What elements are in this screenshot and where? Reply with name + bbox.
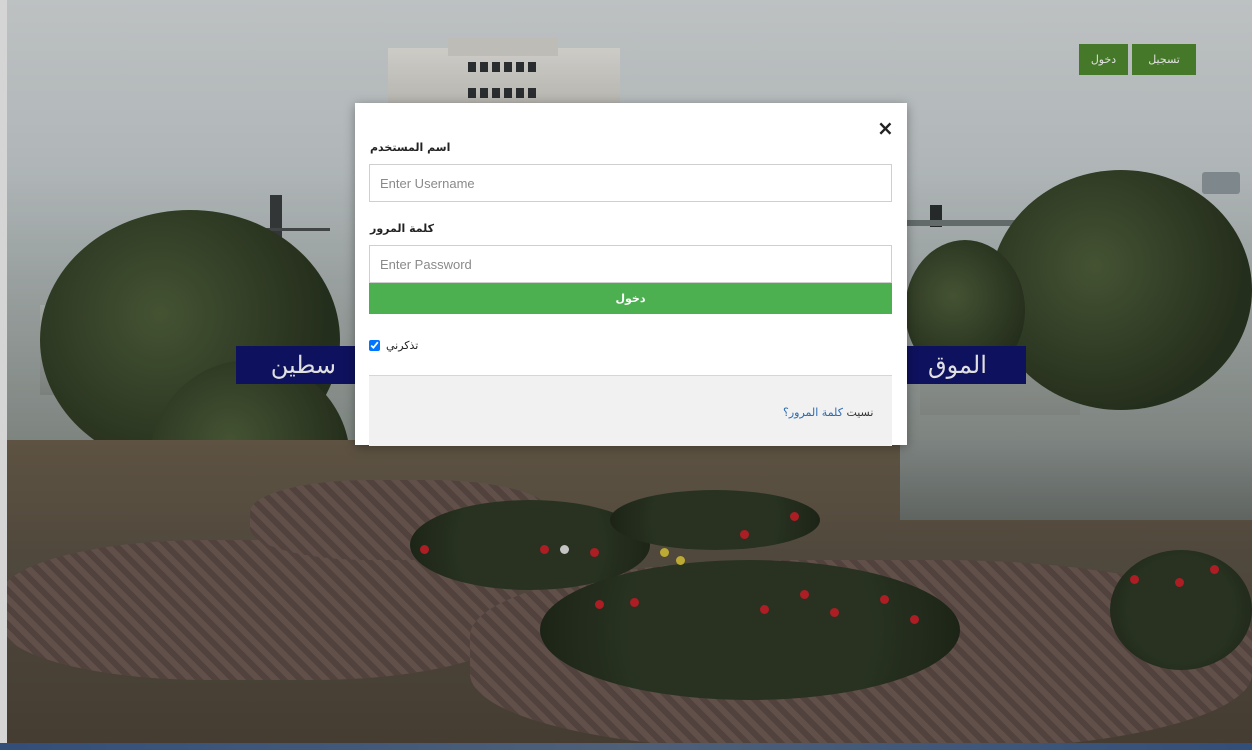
modal-footer: نسيت كلمة المرور؟ xyxy=(369,375,892,446)
login-submit-button[interactable]: دخول xyxy=(369,283,892,314)
password-label: كلمة المرور xyxy=(370,222,435,235)
remember-me: تذكرني xyxy=(369,337,418,353)
forgot-password-link[interactable]: كلمة المرور؟ xyxy=(783,406,843,419)
password-input[interactable] xyxy=(369,245,892,283)
remember-me-checkbox[interactable] xyxy=(369,339,380,351)
login-modal: × اسم المستخدم كلمة المرور دخول تذكرني ن… xyxy=(355,103,907,446)
forgot-password: نسيت كلمة المرور؟ xyxy=(783,406,873,419)
close-icon[interactable]: × xyxy=(877,117,894,139)
username-input[interactable] xyxy=(369,164,892,202)
forgot-prefix: نسيت xyxy=(846,406,874,419)
remember-me-label: تذكرني xyxy=(386,338,419,352)
username-label: اسم المستخدم xyxy=(370,141,451,154)
